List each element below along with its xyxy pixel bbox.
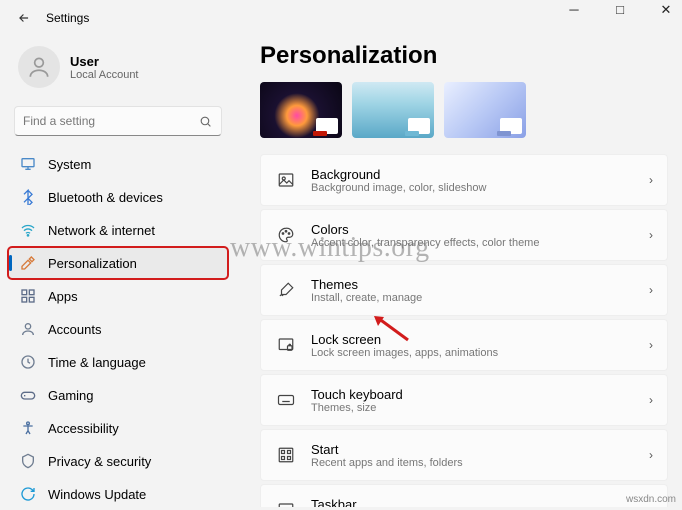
card-subtitle: Themes, size xyxy=(311,402,649,414)
sidebar-item-accessibility[interactable]: Accessibility xyxy=(8,412,228,444)
privacy-icon xyxy=(20,453,36,469)
brush-icon xyxy=(275,281,297,299)
chevron-right-icon: › xyxy=(649,283,653,297)
card-title: Start xyxy=(311,442,649,457)
sidebar-item-label: System xyxy=(48,157,91,172)
window-title: Settings xyxy=(46,11,89,25)
sidebar-item-system[interactable]: System xyxy=(8,148,228,180)
sidebar-item-label: Gaming xyxy=(48,388,94,403)
card-background[interactable]: BackgroundBackground image, color, slide… xyxy=(260,154,668,206)
card-lock-screen[interactable]: Lock screenLock screen images, apps, ani… xyxy=(260,319,668,371)
chevron-right-icon: › xyxy=(649,448,653,462)
keyboard-icon xyxy=(275,391,297,409)
card-subtitle: Lock screen images, apps, animations xyxy=(311,347,649,359)
theme-thumb[interactable] xyxy=(444,82,526,138)
sidebar-item-label: Network & internet xyxy=(48,223,155,238)
sidebar-item-gaming[interactable]: Gaming xyxy=(8,379,228,411)
palette-icon xyxy=(275,226,297,244)
bluetooth-icon xyxy=(20,189,36,205)
card-subtitle: Background image, color, slideshow xyxy=(311,182,649,194)
card-title: Colors xyxy=(311,222,649,237)
apps-icon xyxy=(20,288,36,304)
back-button[interactable] xyxy=(8,2,40,34)
taskbar-icon xyxy=(275,501,297,507)
card-start[interactable]: StartRecent apps and items, folders› xyxy=(260,429,668,481)
sidebar-item-label: Apps xyxy=(48,289,78,304)
sidebar-item-personalization[interactable]: Personalization xyxy=(8,247,228,279)
card-title: Background xyxy=(311,167,649,182)
theme-thumb[interactable] xyxy=(352,82,434,138)
user-name: User xyxy=(70,54,139,69)
sidebar-item-windows-update[interactable]: Windows Update xyxy=(8,478,228,510)
theme-thumbnails xyxy=(260,82,668,138)
card-title: Themes xyxy=(311,277,649,292)
system-icon xyxy=(20,156,36,172)
search-icon xyxy=(197,113,213,129)
card-touch-keyboard[interactable]: Touch keyboardThemes, size› xyxy=(260,374,668,426)
minimize-button[interactable]: ─ xyxy=(560,2,588,18)
sidebar-item-privacy-security[interactable]: Privacy & security xyxy=(8,445,228,477)
accounts-icon xyxy=(20,321,36,337)
update-icon xyxy=(20,486,36,502)
theme-thumb[interactable] xyxy=(260,82,342,138)
sidebar-item-label: Privacy & security xyxy=(48,454,151,469)
card-subtitle: Recent apps and items, folders xyxy=(311,457,649,469)
titlebar: Settings ─ □ ✕ xyxy=(0,0,682,36)
time-icon xyxy=(20,354,36,370)
sidebar: User Local Account Find a setting System… xyxy=(0,36,236,507)
page-title: Personalization xyxy=(260,42,668,70)
sidebar-item-network-internet[interactable]: Network & internet xyxy=(8,214,228,246)
sidebar-item-label: Accessibility xyxy=(48,421,119,436)
sidebar-item-label: Accounts xyxy=(48,322,101,337)
lock-screen-icon xyxy=(275,336,297,354)
accessibility-icon xyxy=(20,420,36,436)
search-input[interactable]: Find a setting xyxy=(14,106,222,136)
start-icon xyxy=(275,446,297,464)
maximize-button[interactable]: □ xyxy=(606,2,634,18)
sidebar-item-accounts[interactable]: Accounts xyxy=(8,313,228,345)
personalization-icon xyxy=(20,255,36,271)
sidebar-item-bluetooth-devices[interactable]: Bluetooth & devices xyxy=(8,181,228,213)
source-tag: wsxdn.com xyxy=(626,494,676,505)
sidebar-item-label: Time & language xyxy=(48,355,146,370)
sidebar-item-apps[interactable]: Apps xyxy=(8,280,228,312)
card-title: Touch keyboard xyxy=(311,387,649,402)
user-account: Local Account xyxy=(70,69,139,81)
chevron-right-icon: › xyxy=(649,228,653,242)
chevron-right-icon: › xyxy=(649,338,653,352)
sidebar-item-label: Windows Update xyxy=(48,487,146,502)
avatar xyxy=(18,46,60,88)
card-themes[interactable]: ThemesInstall, create, manage› xyxy=(260,264,668,316)
search-placeholder: Find a setting xyxy=(23,114,95,128)
user-block[interactable]: User Local Account xyxy=(8,40,228,102)
chevron-right-icon: › xyxy=(649,393,653,407)
card-subtitle: Install, create, manage xyxy=(311,292,649,304)
card-taskbar[interactable]: TaskbarTaskbar behaviors, system pins› xyxy=(260,484,668,507)
wifi-icon xyxy=(20,222,36,238)
card-colors[interactable]: ColorsAccent color, transparency effects… xyxy=(260,209,668,261)
sidebar-item-label: Bluetooth & devices xyxy=(48,190,163,205)
close-button[interactable]: ✕ xyxy=(652,2,680,18)
chevron-right-icon: › xyxy=(649,173,653,187)
card-subtitle: Accent color, transparency effects, colo… xyxy=(311,237,649,249)
gaming-icon xyxy=(20,387,36,403)
sidebar-item-label: Personalization xyxy=(48,256,137,271)
main-content: Personalization BackgroundBackground ima… xyxy=(236,36,682,507)
image-icon xyxy=(275,171,297,189)
card-title: Lock screen xyxy=(311,332,649,347)
sidebar-item-time-language[interactable]: Time & language xyxy=(8,346,228,378)
card-title: Taskbar xyxy=(311,497,649,508)
